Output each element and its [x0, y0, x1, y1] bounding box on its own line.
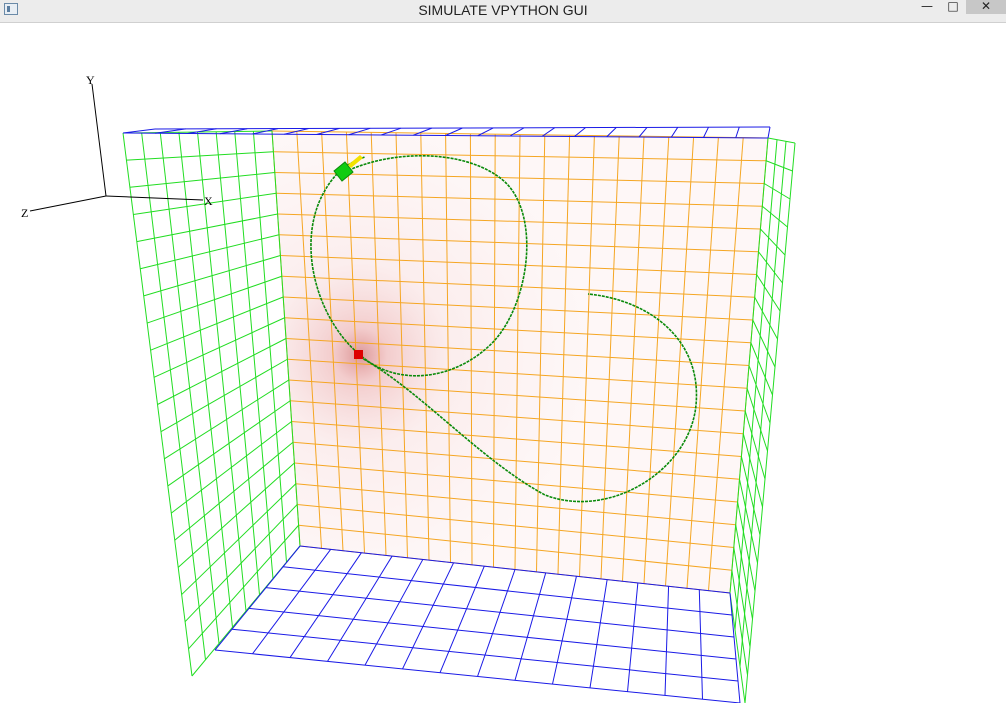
minimize-icon[interactable]: — — [914, 0, 940, 14]
top-grid-u-16-line — [638, 127, 648, 138]
floor-grid-u-14-line — [729, 592, 741, 703]
right-wall-grid-v-4-line — [760, 228, 786, 256]
title-bar[interactable]: SIMULATE VPYTHON GUI — □ ✕ — [0, 0, 1006, 23]
left-wall-grid-v-9-line — [153, 317, 285, 378]
left-wall-grid-v-15-line — [174, 441, 294, 541]
right-wall-grid-v-9-line — [750, 342, 773, 396]
floor-grid-u-6-line — [439, 565, 485, 673]
window-title: SIMULATE VPYTHON GUI — [418, 2, 588, 18]
left-wall-grid-v-13-line — [167, 400, 291, 487]
floor-grid-u-12-line — [664, 586, 670, 696]
left-wall-grid-v-5-line — [140, 234, 280, 270]
right-wall-grid-v-0-line — [767, 137, 796, 144]
top-grid-u-2-line — [187, 128, 217, 134]
right-wall-grid-v-2-line — [763, 183, 791, 200]
maximize-icon[interactable]: □ — [940, 0, 966, 14]
right-wall-grid-v-8-line — [752, 319, 776, 368]
floor-grid-v-3-line — [248, 607, 737, 660]
floor-grid-u-13-line — [698, 589, 703, 700]
y-axis-label: Y — [86, 73, 95, 87]
right-wall-grid-v-7-line — [754, 297, 778, 340]
floor-grid-u-4-line — [364, 559, 424, 666]
floor-grid-u-8-line — [514, 572, 547, 681]
right-wall-grid-v-11-line — [746, 388, 768, 452]
left-wall-grid-v-16-line — [177, 462, 295, 568]
app-window: SIMULATE VPYTHON GUI — □ ✕ Y X Z — [0, 0, 1006, 703]
y-axis-line — [91, 83, 107, 197]
close-icon[interactable]: ✕ — [966, 0, 1006, 14]
left-wall-grid-v-8-line — [150, 296, 284, 351]
charge-marker — [354, 350, 363, 359]
floor-grid-v-2-line — [265, 587, 735, 638]
top-grid-u-17-line — [670, 127, 679, 138]
left-wall-grid-v-18-line — [184, 504, 298, 623]
left-wall-grid-v-7-line — [146, 275, 282, 324]
floor-grid-u-5-line — [402, 562, 455, 670]
x-axis-label: X — [204, 194, 213, 208]
right-wall-grid-v-3-line — [761, 205, 788, 228]
z-axis-line — [29, 195, 107, 212]
right-wall-grid-v-1-line — [765, 160, 793, 172]
z-axis-label: Z — [21, 206, 28, 220]
right-wall-grid-v-10-line — [748, 365, 771, 424]
floor-grid-u-10-line — [589, 579, 608, 688]
right-wall-grid-v-5-line — [758, 251, 783, 284]
right-wall-grid-v-16-line — [737, 501, 756, 592]
top-grid-u-20-line — [767, 126, 771, 139]
floor-grid-u-11-line — [627, 582, 639, 692]
left-wall-grid-v-2-line — [129, 172, 275, 188]
left-wall-grid-v-4-line — [136, 213, 278, 243]
left-wall-grid — [122, 130, 301, 677]
floor-grid-v-5-line — [214, 649, 741, 703]
left-wall-grid-v-17-line — [181, 483, 297, 595]
vpython-3d-scene[interactable]: Y X Z — [0, 23, 1006, 703]
top-grid-u-18-line — [703, 126, 709, 138]
right-wall-grid-v-12-line — [744, 410, 766, 480]
axes-indicator: Y X Z — [21, 73, 213, 220]
left-wall-grid-v-6-line — [143, 255, 281, 297]
left-wall-grid-v-14-line — [170, 421, 292, 514]
floor-grid-u-3-line — [327, 555, 393, 662]
top-grid-u-19-line — [735, 126, 740, 138]
floor-grid-u-7-line — [477, 569, 516, 677]
floor-grid-u-9-line — [552, 576, 577, 685]
right-wall-grid-v-6-line — [756, 274, 781, 312]
floor-grid-v-4-line — [231, 628, 739, 682]
x-axis-line — [105, 195, 204, 201]
